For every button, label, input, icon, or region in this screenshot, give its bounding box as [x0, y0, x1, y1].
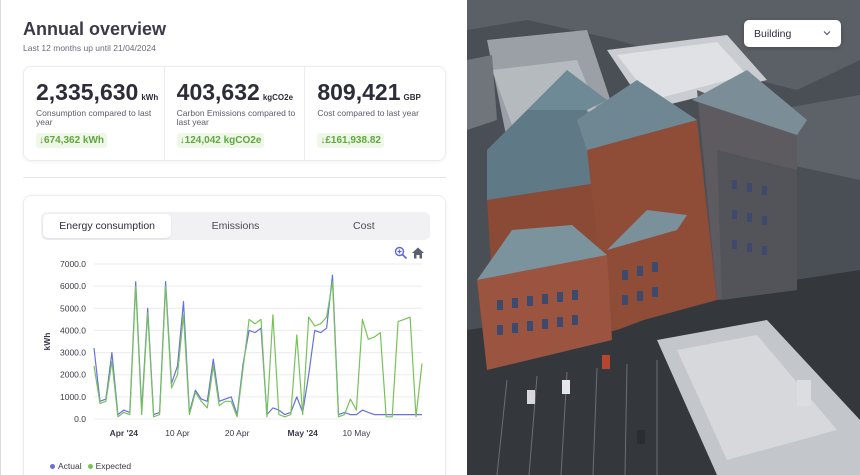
y-tick-label: 0.0: [74, 414, 86, 424]
stat-change-badge: ↓124,042 kgCO2e: [176, 133, 265, 148]
stat-label: Cost compared to last year: [317, 108, 419, 118]
x-tick-label: 10 Apr: [165, 428, 190, 438]
legend-label: Expected: [95, 461, 132, 471]
building-3d-view[interactable]: Building: [467, 0, 860, 475]
stats-card: 2,335,630 kWh Consumption compared to las…: [23, 66, 446, 161]
stat-consumption: 2,335,630 kWh Consumption compared to las…: [24, 67, 165, 160]
legend-label: Actual: [58, 461, 82, 471]
page-subtitle: Last 12 months up until 21/04/2024: [23, 43, 156, 53]
dashboard-panel: Annual overview Last 12 months up until …: [0, 0, 467, 475]
stat-value-row: 809,421 GBP: [317, 79, 445, 106]
section-divider: [23, 177, 446, 178]
stat-label: Consumption compared to last year: [36, 108, 152, 128]
chevron-down-icon: [823, 31, 831, 36]
building-3d-scene: [467, 0, 860, 475]
stat-change-badge: ↓£161,938.82: [317, 133, 384, 148]
page-title: Annual overview: [23, 19, 167, 39]
stat-value: 809,421: [317, 79, 401, 105]
stat-unit: kgCO2e: [262, 93, 294, 102]
legend-dot: [87, 463, 93, 469]
chart-legend: Actual Expected: [50, 461, 131, 471]
y-tick-label: 5000.0: [60, 303, 86, 313]
view-selector-dropdown[interactable]: Building: [744, 20, 841, 47]
x-tick-label: 10 May: [342, 428, 371, 438]
energy-chart: 7000.0 6000.0 5000.0 4000.0 3000.0 2000.0 1000…: [42, 259, 423, 438]
chart-card: Energy consumption Emissions Cost 7000.0…: [23, 195, 446, 475]
legend-dot: [50, 463, 55, 469]
view-selector-value: Building: [754, 27, 792, 40]
y-tick-label: 2000.0: [60, 370, 86, 380]
stat-value: 2,335,630: [36, 79, 139, 105]
stat-unit: kWh: [141, 93, 159, 102]
y-tick-label: 7000.0: [60, 259, 86, 269]
x-tick-label: Apr '24: [110, 428, 139, 438]
y-tick-label: 4000.0: [60, 325, 86, 335]
stat-cost: 809,421 GBP Cost compared to last year ↓£…: [305, 67, 445, 160]
stat-value-row: 2,335,630 kWh: [36, 79, 164, 106]
y-axis-label: kWh: [42, 333, 52, 351]
stat-value-row: 403,632 kgCO2e: [177, 79, 305, 106]
stat-change-value: 124,042 kgCO2e: [184, 135, 262, 146]
legend-item-expected[interactable]: Expected: [87, 461, 132, 471]
stat-change-badge: ↓674,362 kWh: [36, 133, 108, 148]
stat-change-value: £161,938.82: [325, 135, 381, 146]
stat-label: Carbon Emissions compared to last year: [176, 108, 296, 128]
x-tick-label: May '24: [288, 428, 319, 438]
stat-unit: GBP: [403, 93, 421, 102]
stat-emissions: 403,632 kgCO2e Carbon Emissions compared …: [165, 67, 306, 160]
stat-change-value: 674,362 kWh: [44, 135, 105, 146]
y-tick-label: 6000.0: [60, 281, 86, 291]
x-tick-label: 20 Apr: [225, 428, 250, 438]
legend-item-actual[interactable]: Actual: [50, 461, 82, 471]
stat-value: 403,632: [176, 79, 260, 105]
y-tick-label: 3000.0: [60, 348, 86, 358]
y-tick-label: 1000.0: [60, 392, 86, 402]
